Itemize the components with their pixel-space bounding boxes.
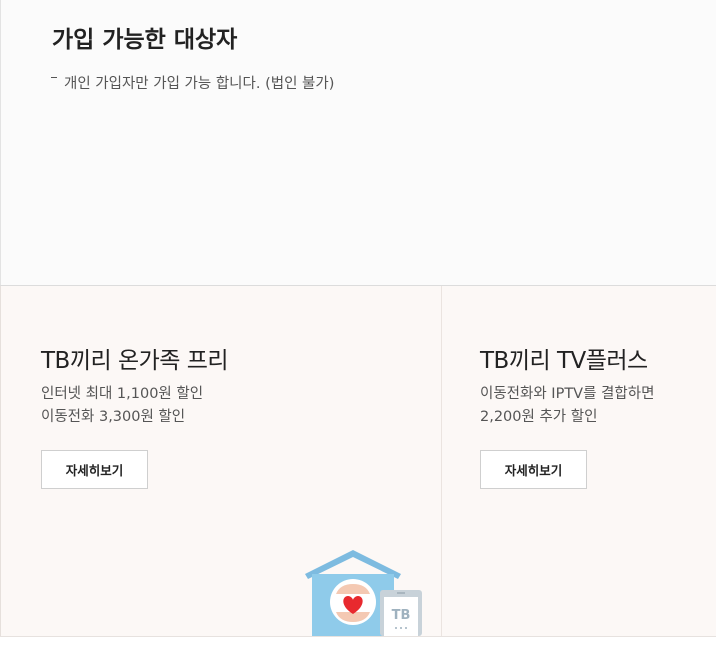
card-title: TB끼리 TV플러스: [480, 348, 648, 374]
eligibility-bullet: 개인 가입자만 가입 가능 합니다. (법인 불가): [51, 72, 334, 93]
eligibility-bullet-text: 개인 가입자만 가입 가능 합니다. (법인 불가): [64, 76, 335, 92]
detail-button[interactable]: 자세히보기: [41, 450, 148, 489]
left-edge-line: [0, 286, 1, 636]
eligibility-title: 가입 가능한 대상자: [52, 27, 238, 53]
family-house-illustration: TB: [305, 550, 422, 636]
tablet-icon: TB: [380, 590, 422, 636]
card-desc-line2: 2,200원 추가 할인: [480, 409, 598, 425]
card-desc-line2: 이동전화 3,300원 할인: [41, 409, 186, 425]
card-title: TB끼리 온가족 프리: [41, 348, 229, 374]
detail-button[interactable]: 자세히보기: [480, 450, 587, 489]
tablet-label: TB: [392, 608, 411, 623]
card-desc-line1: 이동전화와 IPTV를 결합하면: [480, 386, 655, 402]
eligibility-section: 가입 가능한 대상자 개인 가입자만 가입 가능 합니다. (법인 불가): [0, 0, 716, 285]
bottom-border: [0, 636, 716, 637]
heart-icon: [330, 579, 376, 625]
card-column-divider: [441, 286, 442, 636]
card-desc-line1: 인터넷 최대 1,100원 할인: [41, 386, 204, 402]
bullet-dash: [51, 77, 57, 78]
